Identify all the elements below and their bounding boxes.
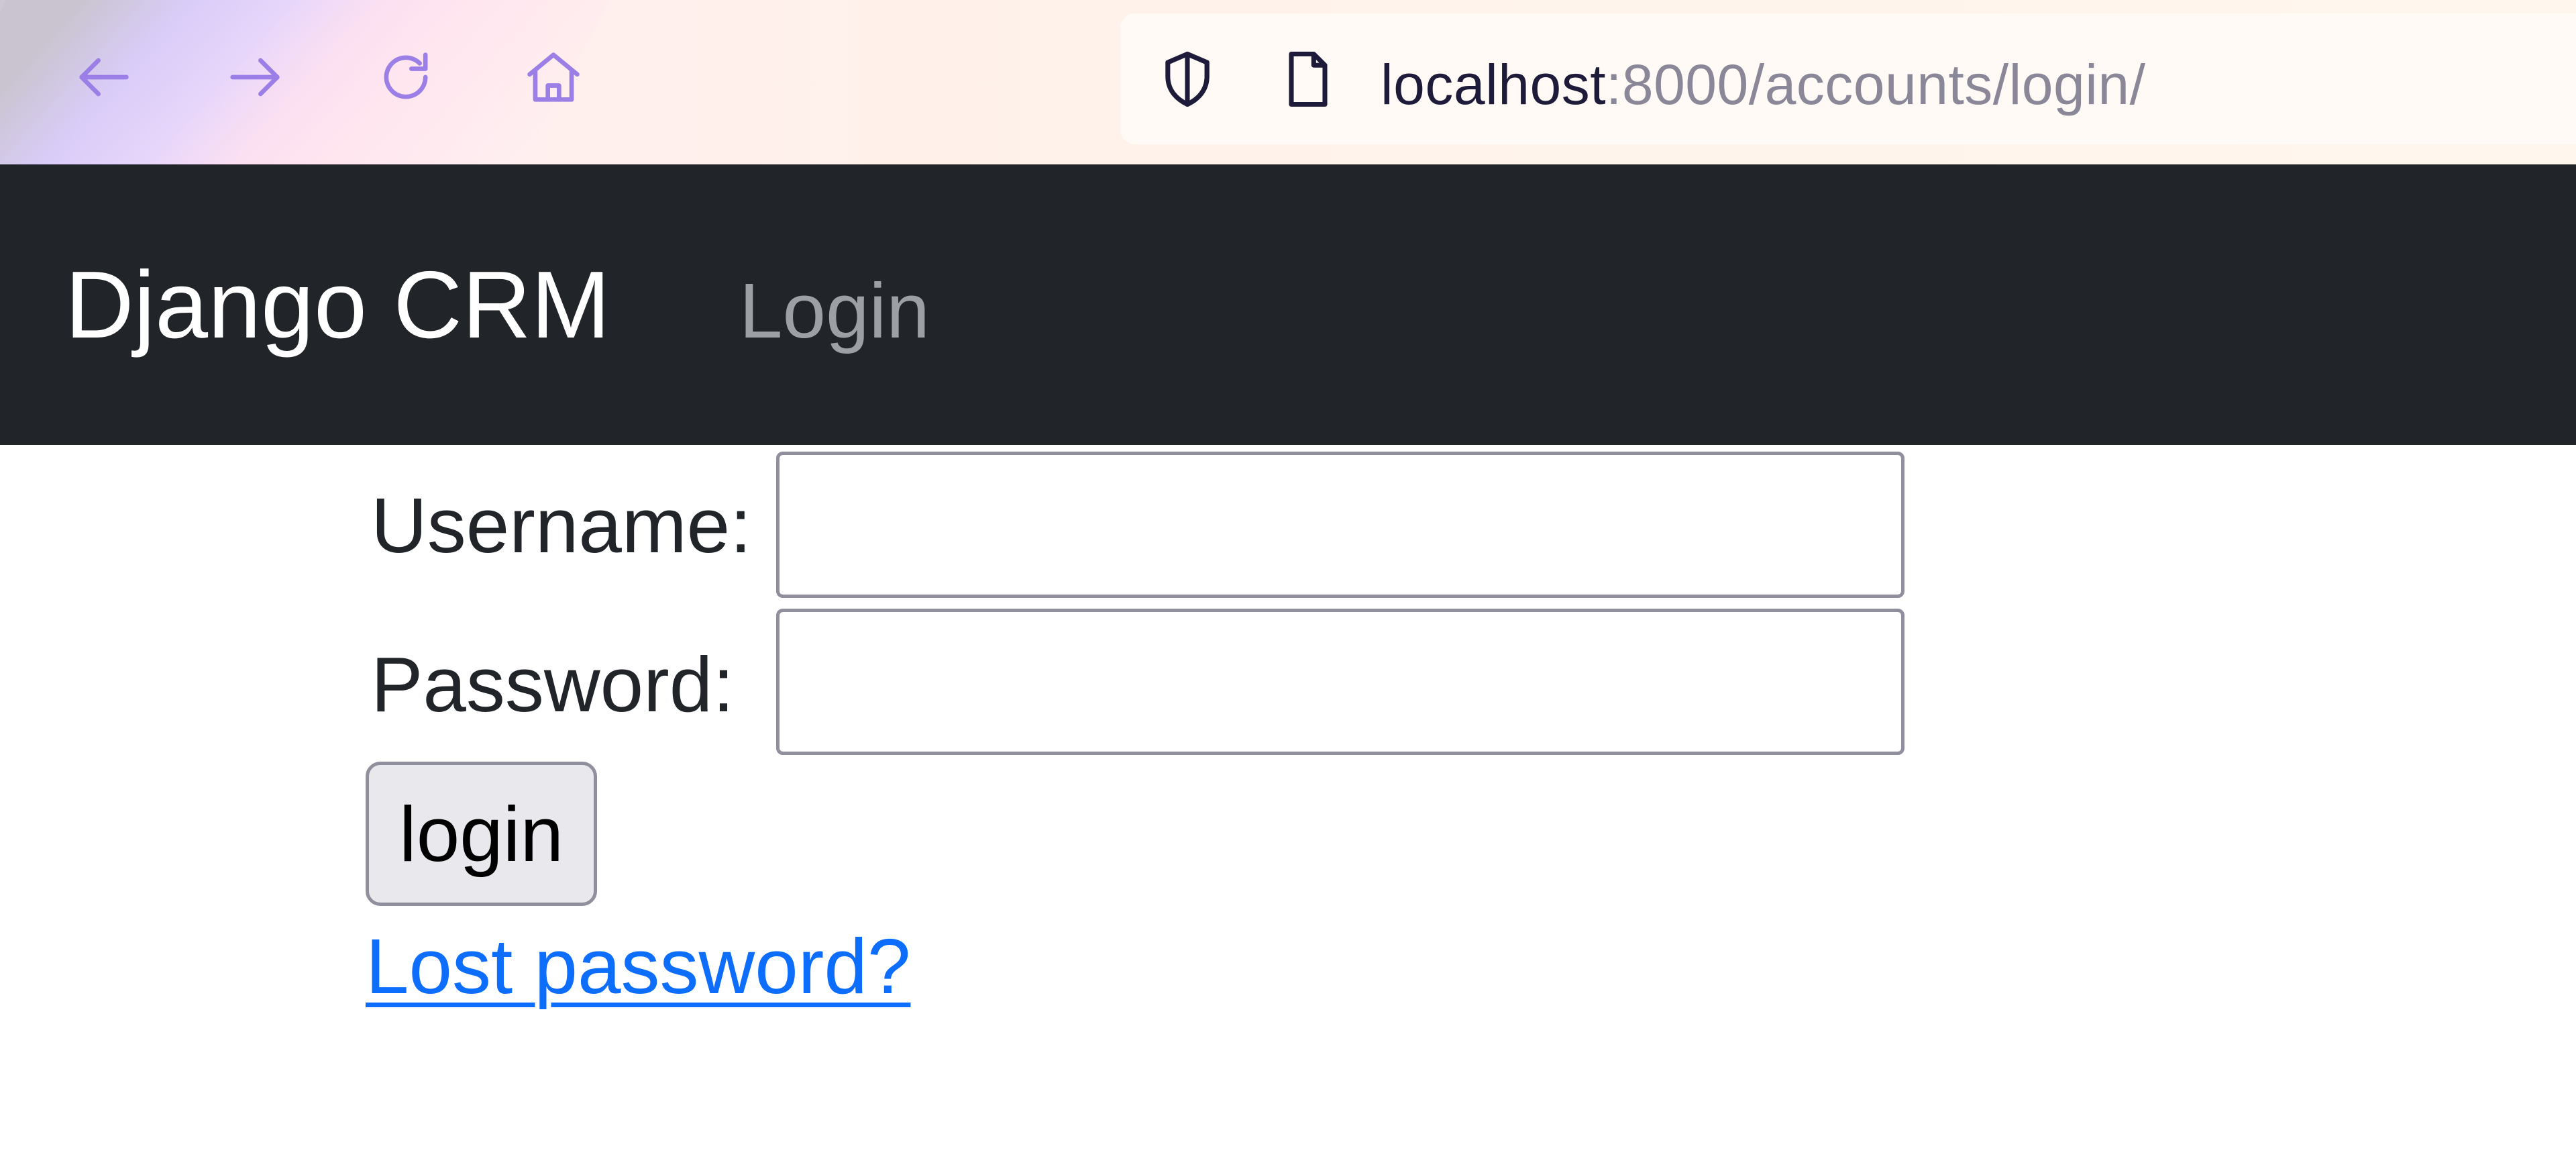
reload-icon <box>384 52 428 99</box>
back-button[interactable] <box>67 40 141 114</box>
site-navbar: Django CRM Login <box>0 164 2576 445</box>
page-icon[interactable] <box>1275 46 1342 113</box>
username-input[interactable] <box>776 452 1904 598</box>
url-path: :8000/accounts/login/ <box>1606 53 2146 116</box>
nav-link-login[interactable]: Login <box>739 264 930 358</box>
password-label: Password: <box>371 641 735 728</box>
brand-link[interactable]: Django CRM <box>65 252 610 359</box>
url-text[interactable]: localhost:8000/accounts/login/ <box>1381 51 2145 118</box>
password-input[interactable] <box>776 609 1904 755</box>
forward-button[interactable] <box>218 40 292 114</box>
shield-icon[interactable] <box>1154 46 1221 113</box>
forward-arrow-icon <box>230 58 280 97</box>
back-arrow-icon <box>79 58 129 97</box>
browser-toolbar: localhost:8000/accounts/login/ <box>0 0 2576 164</box>
lost-password-link[interactable]: Lost password? <box>366 919 910 1013</box>
login-button[interactable]: login <box>366 762 597 906</box>
address-bar[interactable]: localhost:8000/accounts/login/ <box>1120 13 2576 144</box>
home-icon <box>527 52 580 102</box>
home-button[interactable] <box>517 40 590 114</box>
reload-button[interactable] <box>369 40 443 114</box>
username-label: Username: <box>371 482 752 569</box>
url-host: localhost <box>1381 53 1607 116</box>
